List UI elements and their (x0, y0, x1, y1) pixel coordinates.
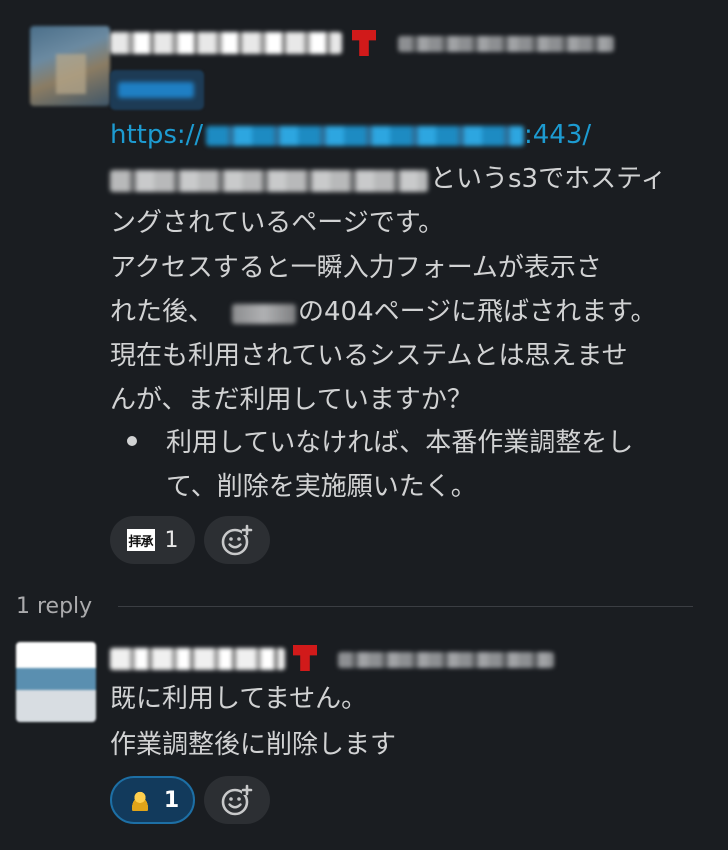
bullet-text-line: 利用していなければ、本番作業調整をし (166, 428, 634, 458)
redacted-timestamp[interactable] (398, 36, 614, 52)
link-prefix[interactable]: https:// (110, 120, 203, 150)
message-text-line: んが、まだ利用していますか？ (110, 385, 473, 415)
message-text-line: 現在も利用されているシステムとは思えませ (110, 341, 628, 371)
message-text-line: れた後、 (110, 297, 215, 327)
bowing-person-icon (125, 789, 154, 811)
message-text-line: ングされているページです。 (110, 208, 445, 238)
avatar[interactable] (30, 26, 110, 106)
reaction-button-selected[interactable]: 1 (110, 776, 195, 824)
message-text-line: アクセスすると一瞬入力フォームが表示さ (110, 253, 602, 283)
redacted-link-host[interactable] (206, 126, 524, 146)
bullet-text-line: て、削除を実施願いたく。 (166, 472, 477, 502)
thread-divider (118, 606, 693, 607)
bullet-point (127, 436, 137, 446)
status-emoji-icon (293, 645, 317, 671)
add-emoji-icon (221, 524, 253, 556)
link-suffix[interactable]: :443/ (524, 120, 591, 150)
redacted-hostname (110, 170, 428, 192)
message-text-line: 既に利用してません。 (110, 684, 368, 714)
reaction-count: 1 (164, 527, 179, 553)
haisho-emoji-icon: 拝承 (126, 529, 155, 551)
redacted-user-mention[interactable] (110, 70, 204, 110)
add-emoji-icon (221, 784, 253, 816)
add-reaction-button[interactable] (204, 776, 270, 824)
redacted-timestamp[interactable] (338, 652, 554, 668)
redacted-sender-name[interactable] (110, 648, 285, 670)
thread-reply-count[interactable]: 1 reply (16, 594, 92, 619)
reaction-button[interactable]: 拝承 1 (110, 516, 195, 564)
message-text-line: の404ページに飛ばされます。 (298, 297, 657, 327)
avatar[interactable] (16, 642, 96, 722)
message-text-line: 作業調整後に削除します (110, 730, 397, 760)
reaction-count: 1 (163, 787, 180, 813)
redacted-sender-name[interactable] (110, 32, 342, 54)
add-reaction-button[interactable] (204, 516, 270, 564)
message-text-line: というs3でホスティ (430, 164, 667, 194)
status-emoji-icon (352, 30, 376, 56)
redacted-service-name (232, 304, 296, 324)
